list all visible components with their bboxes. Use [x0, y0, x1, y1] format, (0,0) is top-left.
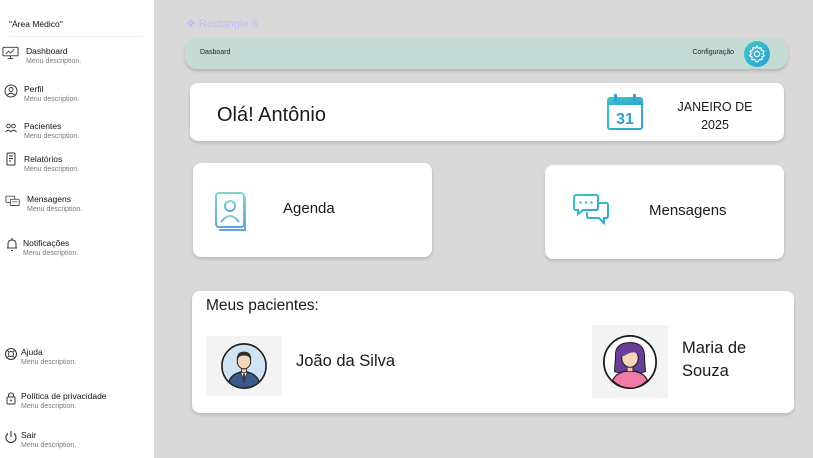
sidebar-item-label: Sair: [21, 430, 37, 440]
group-icon: [3, 121, 19, 135]
messages-card[interactable]: Mensagens: [545, 165, 784, 259]
patient-name[interactable]: João da Silva: [296, 350, 395, 373]
report-icon: [3, 152, 19, 166]
sidebar-divider: [9, 36, 143, 37]
sidebar-item-perfil[interactable]: Perfil Menu description.: [0, 84, 154, 114]
sidebar-item-label: Mensagens: [27, 194, 71, 204]
patient-name-line2: Souza: [682, 362, 729, 380]
sidebar-item-ajuda[interactable]: Ajuda Menu description.: [0, 347, 154, 377]
agenda-card[interactable]: Agenda: [193, 163, 432, 257]
user-circle-icon: [3, 84, 19, 98]
sidebar-item-desc: Menu description.: [21, 359, 77, 366]
sidebar-item-privacidade[interactable]: Política de privacidade Menu description…: [0, 391, 154, 421]
power-icon: [3, 430, 19, 444]
male-avatar-icon: [221, 343, 267, 389]
month-line2: 2025: [701, 118, 729, 132]
sidebar-item-label: Política de privacidade: [21, 391, 107, 401]
help-icon: [3, 347, 19, 361]
sidebar-item-desc: Menu description.: [24, 166, 80, 173]
patients-card: Meus pacientes: João da Silva Maria de S…: [192, 291, 794, 413]
sidebar-item-notificacoes[interactable]: Notificações Menu description.: [0, 238, 154, 268]
monitor-icon: [1, 46, 19, 60]
sidebar-item-desc: Menu description.: [21, 403, 77, 410]
sidebar-item-desc: Menu description.: [27, 206, 83, 213]
current-month: JANEIRO DE 2025: [670, 98, 760, 134]
settings-label[interactable]: Configuração: [692, 49, 734, 56]
sidebar-item-desc: Menu description.: [24, 133, 80, 140]
messages-label: Mensagens: [649, 202, 727, 219]
patients-title: Meus pacientes:: [206, 297, 319, 314]
greeting-card: Olá! Antônio 31 JANEIRO DE 2025: [190, 83, 784, 141]
sidebar-item-label: Pacientes: [24, 121, 62, 131]
bell-icon: [4, 238, 20, 252]
sidebar-item-sair[interactable]: Sair Menu description.: [0, 430, 154, 458]
lock-icon: [3, 391, 19, 405]
sidebar-item-label: Perfil: [24, 84, 44, 94]
sidebar-item-dashboard[interactable]: Dashboard Menu description.: [0, 46, 154, 76]
sidebar-item-mensagens[interactable]: Mensagens Menu description.: [0, 194, 154, 224]
sidebar-item-label: Notificações: [23, 238, 70, 248]
sidebar-item-label: Relatórios: [24, 154, 63, 164]
calendar-day: 31: [616, 111, 634, 128]
contact-book-icon: [214, 191, 248, 233]
sidebar-item-pacientes[interactable]: Pacientes Menu description.: [0, 121, 154, 151]
greeting-text: Olá! Antônio: [217, 104, 326, 126]
top-bar: Dasboard Configuração: [185, 38, 788, 69]
chat-bubbles-icon: [573, 193, 611, 227]
month-line1: JANEIRO DE: [677, 100, 753, 114]
sidebar-item-relatorios[interactable]: Relatórios Menu description.: [0, 152, 154, 184]
sidebar-item-desc: Menu description.: [21, 442, 77, 449]
breadcrumb[interactable]: Dasboard: [200, 49, 230, 56]
messages-icon: [4, 194, 22, 208]
sidebar-item-desc: Menu description.: [24, 96, 80, 103]
sidebar: "Área Médico" Dashboard Menu description…: [0, 0, 154, 458]
sidebar-item-desc: Menu description.: [26, 58, 82, 65]
female-avatar-icon: [603, 334, 657, 389]
patient-name-line1: Maria de: [682, 339, 747, 357]
gear-icon[interactable]: [744, 41, 770, 67]
frame-tag: ❖ Rectangle 6: [186, 18, 258, 30]
sidebar-item-label: Dashboard: [26, 46, 68, 56]
patient-avatar[interactable]: [206, 336, 282, 396]
patient-name[interactable]: Maria de Souza: [682, 337, 746, 383]
sidebar-title: "Área Médico": [9, 19, 63, 29]
patient-avatar[interactable]: [592, 325, 668, 398]
sidebar-item-label: Ajuda: [21, 347, 43, 357]
agenda-label: Agenda: [283, 200, 335, 217]
calendar-icon: 31: [606, 93, 644, 131]
sidebar-item-desc: Menu description.: [23, 250, 79, 257]
